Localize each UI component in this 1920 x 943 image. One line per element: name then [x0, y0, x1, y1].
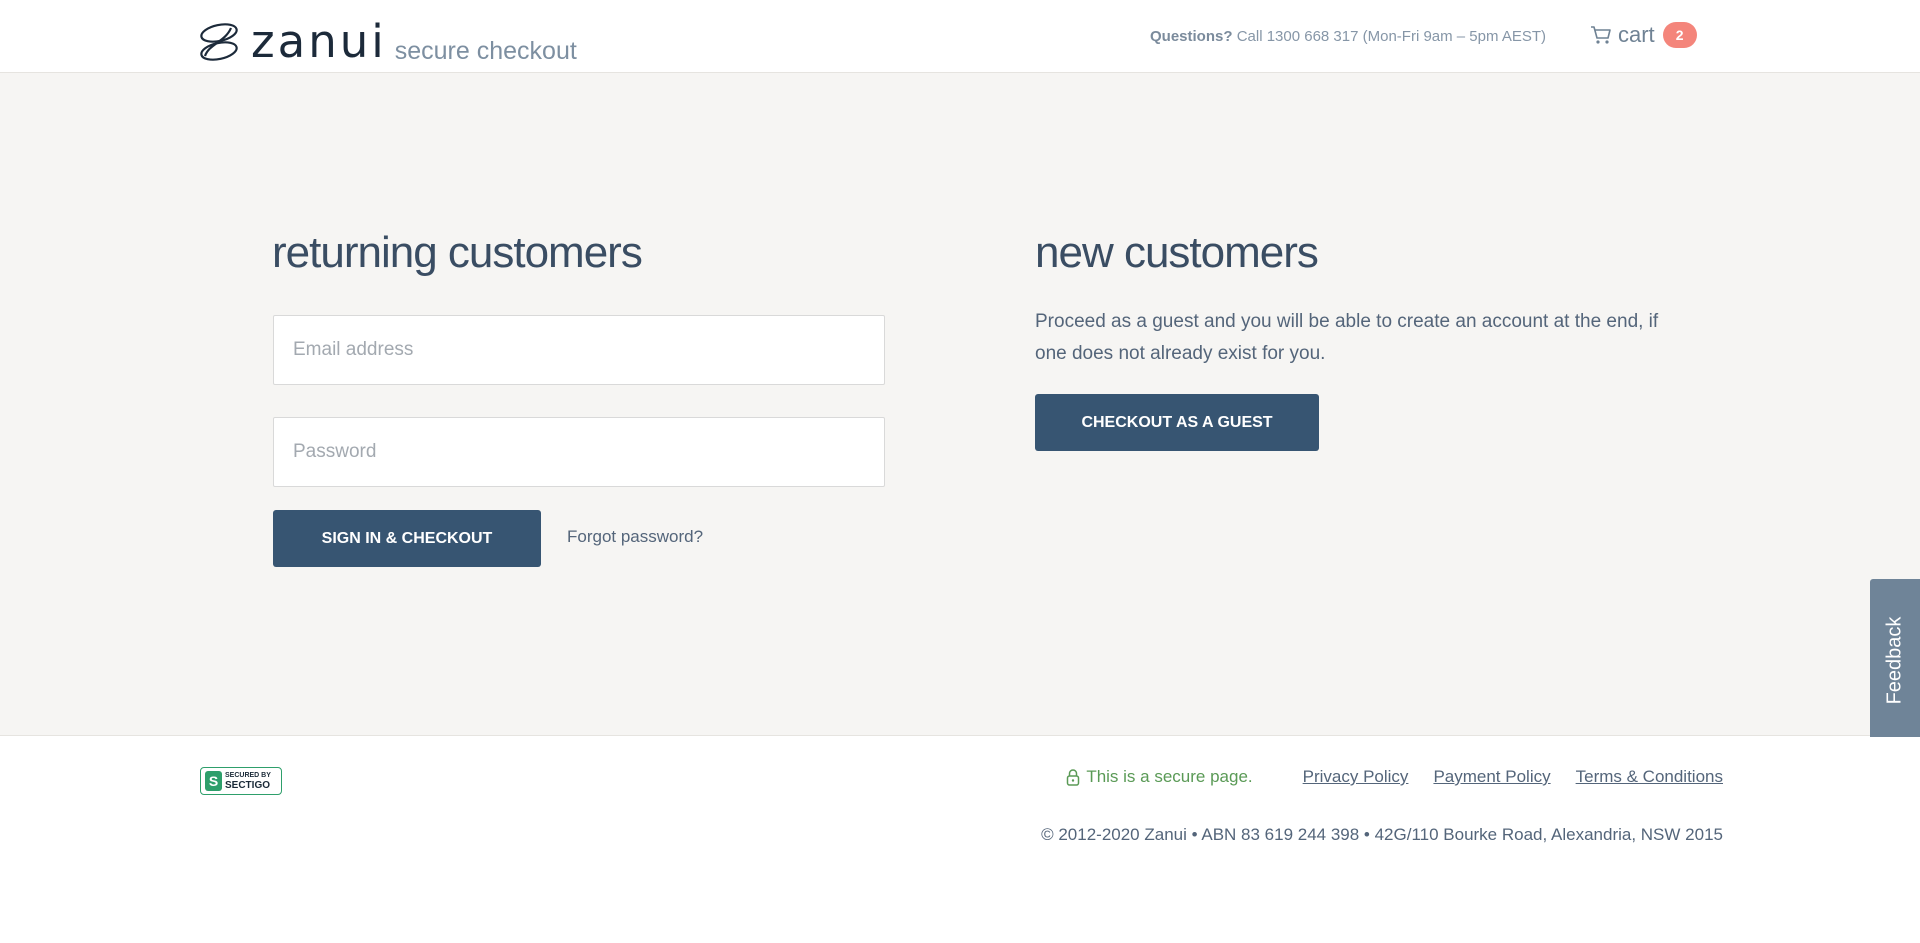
zanui-logo-icon: [200, 23, 238, 61]
support-phone: Questions? Call 1300 668 317 (Mon-Fri 9a…: [1150, 28, 1546, 45]
feedback-label: Feedback: [1883, 616, 1906, 704]
secure-page-text: This is a secure page.: [1086, 767, 1253, 786]
logo-tagline: secure checkout: [394, 37, 577, 65]
zanui-logo[interactable]: zanui secure checkout: [197, 14, 577, 68]
footer-nav: This is a secure page. Privacy Policy Pa…: [1066, 767, 1723, 787]
checkout-login-section: returning customers SIGN IN & CHECKOUT F…: [0, 73, 1920, 736]
privacy-policy-link[interactable]: Privacy Policy: [1303, 767, 1409, 787]
sign-in-checkout-button[interactable]: SIGN IN & CHECKOUT: [273, 510, 541, 567]
secure-page-notice: This is a secure page.: [1066, 767, 1253, 787]
payment-policy-link[interactable]: Payment Policy: [1433, 767, 1550, 787]
cart-count-badge: 2: [1662, 22, 1697, 48]
terms-conditions-link[interactable]: Terms & Conditions: [1576, 767, 1723, 787]
password-field[interactable]: [273, 417, 885, 487]
guest-info-text: Proceed as a guest and you will be able …: [1035, 311, 1659, 364]
questions-label: Questions?: [1150, 28, 1233, 45]
badge-bottom-text: SECTIGO: [225, 780, 271, 791]
new-customers-heading: new customers: [1035, 228, 1319, 277]
returning-customers-heading: returning customers: [272, 228, 643, 277]
email-field[interactable]: [273, 315, 885, 385]
cart-icon: [1591, 26, 1611, 44]
sectigo-badge[interactable]: S SECURED BY SECTIGO: [200, 767, 282, 795]
forgot-password-link[interactable]: Forgot password?: [567, 527, 703, 547]
site-header: zanui secure checkout Questions? Call 13…: [0, 0, 1920, 73]
badge-top-text: SECURED BY: [225, 772, 271, 779]
lock-icon: [1067, 769, 1080, 786]
checkout-as-guest-button[interactable]: CHECKOUT AS A GUEST: [1035, 394, 1319, 451]
cart-button[interactable]: cart 2: [1590, 22, 1697, 48]
questions-text: Call 1300 668 317 (Mon-Fri 9am – 5pm AES…: [1236, 28, 1546, 45]
logo-wordmark: zanui: [251, 15, 387, 68]
site-footer: S SECURED BY SECTIGO This is a secure pa…: [0, 737, 1920, 943]
feedback-tab[interactable]: Feedback: [1870, 579, 1920, 741]
sectigo-shield-icon: S: [205, 771, 222, 791]
copyright-text: © 2012-2020 Zanui • ABN 83 619 244 398 •…: [1041, 825, 1723, 844]
cart-label: cart: [1618, 22, 1655, 47]
